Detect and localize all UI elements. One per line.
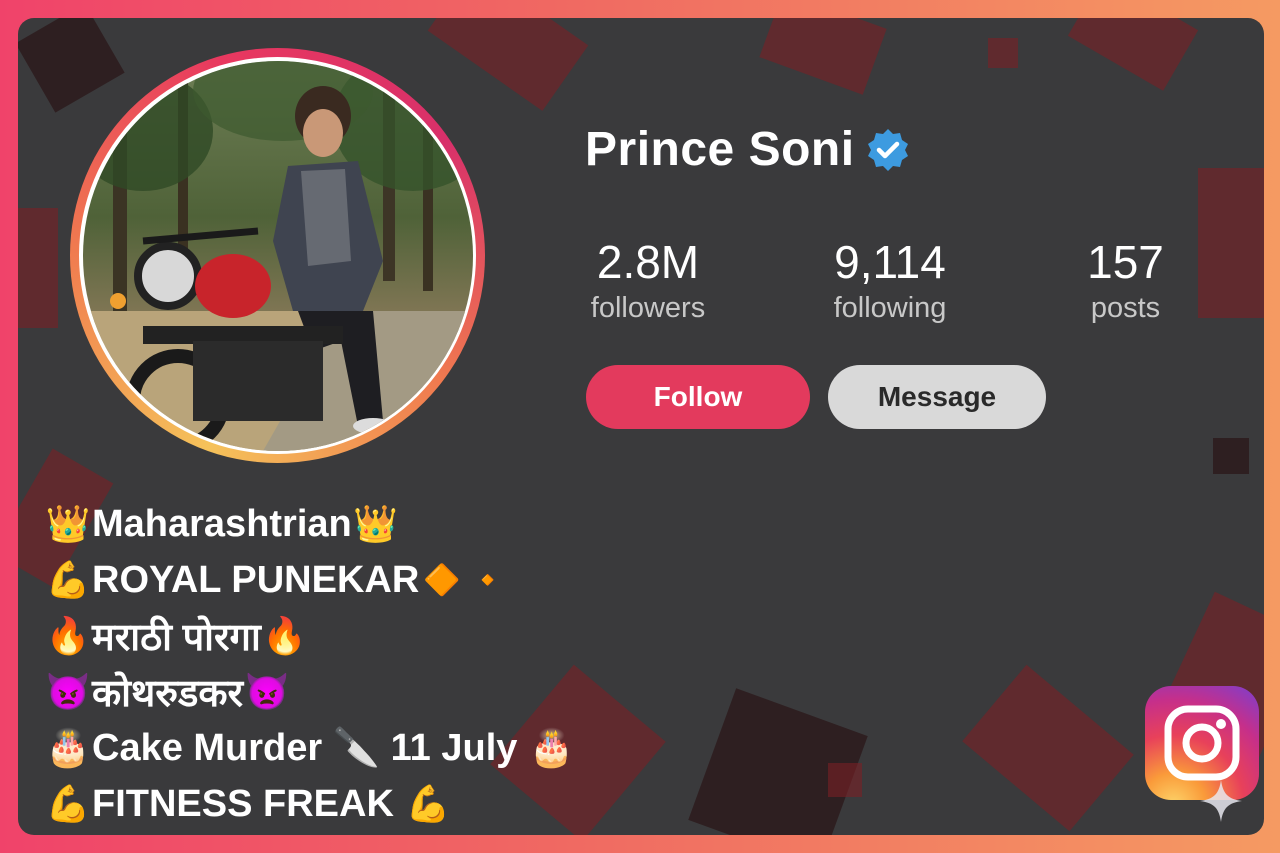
birthday-cake-icon: 🎂 bbox=[45, 727, 91, 768]
background-decoration bbox=[988, 38, 1018, 68]
angry-devil-icon: 👿 bbox=[244, 671, 290, 712]
bio-text: कोथरुडकर bbox=[92, 673, 244, 715]
background-decoration bbox=[18, 208, 58, 328]
background-decoration bbox=[427, 18, 589, 111]
posts-stat[interactable]: 157 posts bbox=[1073, 236, 1178, 328]
bio: 👑 Maharashtrian 👑 💪 ROYAL PUNEKAR 🔶 🔸 🔥 … bbox=[44, 496, 575, 832]
background-decoration bbox=[688, 688, 868, 835]
verified-badge-icon bbox=[867, 128, 908, 171]
background-decoration bbox=[962, 664, 1134, 832]
background-decoration bbox=[1067, 18, 1199, 91]
bio-text: मराठी पोरगा bbox=[92, 617, 261, 659]
crown-icon: 👑 bbox=[45, 503, 91, 544]
background-decoration bbox=[1213, 438, 1249, 474]
bio-text: FITNESS FREAK bbox=[92, 782, 394, 825]
profile-name: Prince Soni bbox=[585, 123, 855, 176]
avatar-story-ring[interactable] bbox=[70, 48, 485, 463]
flexed-biceps-icon: 💪 bbox=[405, 783, 451, 824]
bio-line: 🎂 Cake Murder 🔪 11 July 🎂 bbox=[44, 720, 575, 776]
background-decoration bbox=[759, 18, 887, 95]
birthday-cake-icon: 🎂 bbox=[528, 727, 574, 768]
angry-devil-icon: 👿 bbox=[45, 671, 91, 712]
bio-line: 🔥 मराठी पोरगा 🔥 bbox=[44, 608, 575, 664]
bio-line: 💪 FITNESS FREAK 💪 bbox=[44, 776, 575, 832]
crown-icon: 👑 bbox=[353, 503, 399, 544]
follow-button[interactable]: Follow bbox=[586, 365, 810, 429]
fire-icon: 🔥 bbox=[262, 615, 308, 656]
message-button[interactable]: Message bbox=[828, 365, 1046, 429]
followers-count: 2.8M bbox=[596, 236, 700, 288]
following-stat[interactable]: 9,114 following bbox=[815, 236, 965, 328]
followers-stat[interactable]: 2.8M followers bbox=[578, 236, 718, 328]
bio-text: Maharashtrian bbox=[92, 502, 352, 545]
bio-line: 💪 ROYAL PUNEKAR 🔶 🔸 bbox=[44, 552, 575, 608]
posts-count: 157 bbox=[1087, 236, 1164, 288]
avatar bbox=[82, 60, 473, 451]
background-decoration bbox=[1198, 168, 1264, 318]
flexed-biceps-icon: 💪 bbox=[45, 783, 91, 824]
avatar-border bbox=[79, 57, 476, 454]
avatar-photo-illustration bbox=[82, 60, 473, 451]
followers-label: followers bbox=[590, 292, 706, 324]
orange-diamond-icon: 🔶 🔸 bbox=[423, 563, 507, 597]
background-decoration bbox=[828, 763, 862, 797]
bio-text: ROYAL PUNEKAR bbox=[92, 558, 420, 601]
following-count: 9,114 bbox=[834, 236, 946, 288]
sparkle-icon bbox=[1200, 780, 1242, 822]
profile-frame: Prince Soni 2.8M followers 9,114 followi… bbox=[0, 0, 1280, 853]
background-decoration bbox=[18, 18, 125, 113]
bio-line: 👿 कोथरुडकर 👿 bbox=[44, 664, 575, 720]
bio-line: 👑 Maharashtrian 👑 bbox=[44, 496, 575, 552]
flexed-biceps-icon: 💪 bbox=[45, 559, 91, 600]
bio-text: Cake Murder 🔪 11 July bbox=[92, 727, 518, 769]
fire-icon: 🔥 bbox=[45, 615, 91, 656]
profile-card: Prince Soni 2.8M followers 9,114 followi… bbox=[18, 18, 1264, 835]
profile-header: Prince Soni bbox=[585, 122, 911, 177]
following-label: following bbox=[833, 292, 947, 324]
instagram-glyph-icon bbox=[1164, 705, 1240, 781]
posts-label: posts bbox=[1090, 292, 1161, 324]
